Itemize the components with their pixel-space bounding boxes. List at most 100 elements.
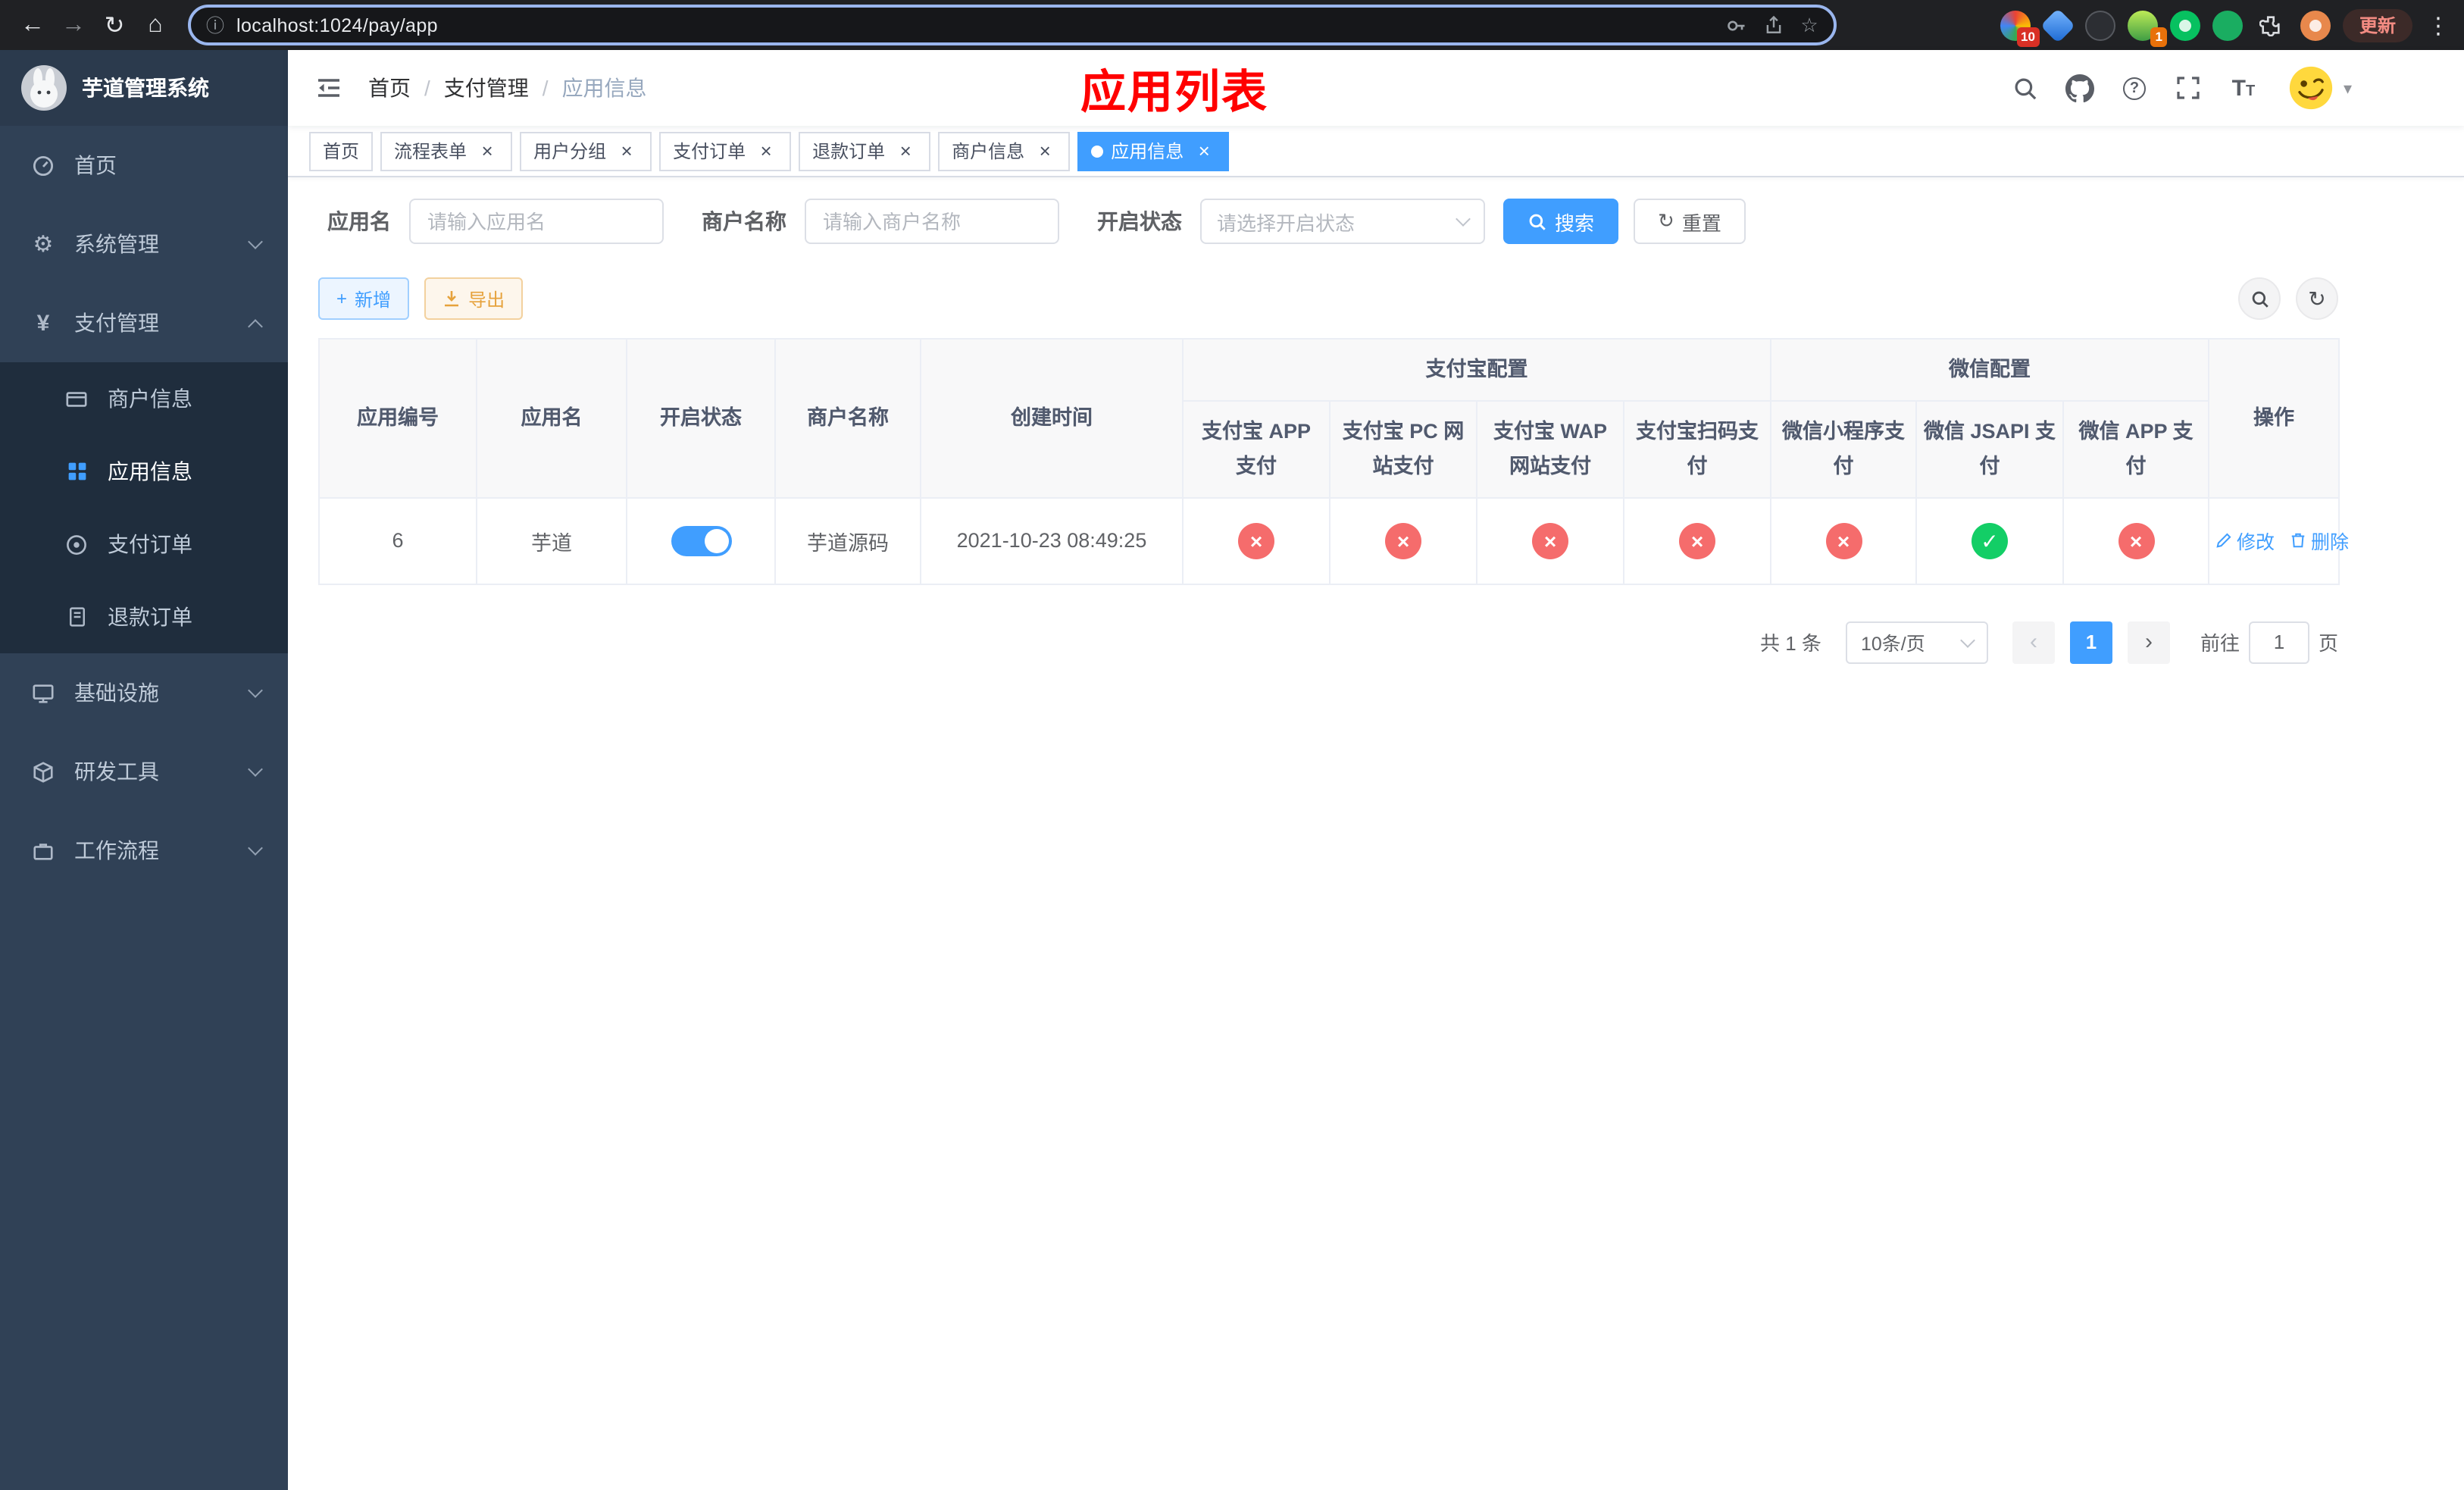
sidebar-item-label: 系统管理: [74, 232, 159, 256]
extension-icon-avatar[interactable]: 1: [2127, 10, 2167, 46]
close-icon[interactable]: ×: [755, 139, 777, 162]
address-bar[interactable]: ⓘ localhost:1024/pay/app ☆: [188, 5, 1837, 45]
profile-avatar-icon[interactable]: [2300, 10, 2331, 40]
breadcrumb-payment[interactable]: 支付管理: [444, 73, 529, 103]
sidebar-item-system[interactable]: ⚙ 系统管理: [0, 205, 288, 283]
reset-button[interactable]: ↻ 重置: [1634, 199, 1746, 244]
browser-home-button[interactable]: ⌂: [135, 5, 176, 45]
tab-app-info[interactable]: 应用信息 ×: [1077, 131, 1230, 171]
col-header-wechat-mini: 微信小程序支付: [1770, 400, 1917, 499]
tab-process-form[interactable]: 流程表单 ×: [380, 131, 513, 171]
sidebar-item-payment[interactable]: ¥ 支付管理: [0, 283, 288, 362]
extension-icon-dark[interactable]: [2084, 10, 2115, 40]
site-info-icon[interactable]: ⓘ: [206, 12, 224, 38]
search-icon[interactable]: [2010, 73, 2040, 103]
sidebar-toggle-button[interactable]: [312, 71, 346, 105]
tab-label: 支付订单: [673, 141, 746, 162]
sidebar-item-label: 首页: [74, 153, 117, 177]
chevron-down-icon: [248, 840, 263, 856]
chevron-down-icon: [248, 762, 263, 777]
font-size-icon[interactable]: TT: [2228, 73, 2259, 103]
sidebar-item-home[interactable]: 首页: [0, 126, 288, 205]
extensions-puzzle-icon[interactable]: [2255, 8, 2288, 42]
sidebar-item-pay-order[interactable]: 支付订单: [0, 508, 288, 581]
close-icon[interactable]: ×: [894, 139, 917, 162]
tab-label: 首页: [323, 141, 360, 162]
search-form: 应用名 商户名称 开启状态 请选择开启状态: [318, 199, 2338, 244]
main-area: 首页 / 支付管理 / 应用信息 应用列表 ? T T ▾ 首页 流程表单 × …: [288, 50, 2464, 1490]
extension-badge: 10: [2016, 27, 2040, 46]
col-group-alipay: 支付宝配置: [1182, 337, 1771, 402]
url-text: localhost:1024/pay/app: [236, 14, 438, 36]
close-icon[interactable]: ×: [615, 139, 638, 162]
delete-button[interactable]: 删除: [2290, 527, 2349, 556]
sidebar-item-workflow[interactable]: 工作流程: [0, 811, 288, 890]
refresh-table-button[interactable]: ↻: [2296, 277, 2338, 320]
help-icon[interactable]: ?: [2119, 73, 2150, 103]
next-page-button[interactable]: ›: [2127, 621, 2170, 664]
sidebar-item-infrastructure[interactable]: 基础设施: [0, 653, 288, 732]
goto-page: 前往 页: [2200, 621, 2338, 664]
monitor-icon: [30, 681, 56, 704]
edit-button[interactable]: 修改: [2215, 527, 2275, 556]
password-key-icon[interactable]: [1718, 8, 1755, 42]
github-icon[interactable]: [2065, 73, 2095, 103]
app-logo[interactable]: 芋道管理系统: [0, 50, 288, 126]
toggle-search-button[interactable]: [2238, 277, 2281, 320]
browser-reload-button[interactable]: ↻: [94, 5, 135, 45]
tab-refund-order[interactable]: 退款订单 ×: [799, 131, 931, 171]
page-1-button[interactable]: 1: [2069, 621, 2112, 664]
bookmark-star-icon[interactable]: ☆: [1791, 8, 1828, 42]
breadcrumb-home[interactable]: 首页: [368, 73, 411, 103]
config-status-icon: ×: [1825, 522, 1862, 559]
tab-home[interactable]: 首页: [309, 131, 374, 171]
sidebar-item-devtools[interactable]: 研发工具: [0, 732, 288, 811]
goto-page-input[interactable]: [2248, 621, 2309, 664]
tab-merchant-info[interactable]: 商户信息 ×: [938, 131, 1071, 171]
sidebar-item-app-info[interactable]: 应用信息: [0, 435, 288, 508]
app-shell: 芋道管理系统 首页 ⚙ 系统管理 ¥ 支付管理 商户信息 应用信息 支付订单 退…: [0, 50, 2464, 1490]
prev-page-button[interactable]: ‹: [2012, 621, 2055, 664]
col-header-app-name: 应用名: [476, 338, 627, 499]
fullscreen-icon[interactable]: [2174, 73, 2204, 103]
add-button-label: 新增: [355, 289, 392, 310]
extension-icon-green[interactable]: [2212, 10, 2243, 40]
cell-actions: 修改 删除: [2208, 496, 2349, 585]
search-icon: [1529, 213, 1546, 230]
extension-icon-blue-diamond[interactable]: [2040, 7, 2076, 43]
user-menu[interactable]: ▾: [2289, 65, 2352, 111]
search-button[interactable]: 搜索: [1503, 199, 1619, 244]
close-icon[interactable]: ×: [476, 139, 499, 162]
export-button[interactable]: 导出: [424, 277, 524, 320]
close-icon[interactable]: ×: [1033, 139, 1056, 162]
user-avatar: [2289, 65, 2334, 111]
page-size-select[interactable]: 10条/页: [1845, 621, 1988, 664]
chrome-update-button[interactable]: 更新: [2342, 8, 2412, 42]
share-icon[interactable]: [1755, 8, 1791, 42]
add-button[interactable]: + 新增: [318, 277, 410, 320]
chevron-down-icon: [1960, 632, 1975, 648]
extension-icon-wechat[interactable]: [2169, 10, 2200, 40]
cell-wechat-mini: ×: [1770, 496, 1917, 585]
goto-label: 前往: [2200, 632, 2240, 656]
extension-icon-colorful[interactable]: 10: [2000, 10, 2040, 46]
sidebar-item-refund-order[interactable]: 退款订单: [0, 581, 288, 653]
browser-back-button[interactable]: ←: [12, 5, 53, 45]
status-toggle[interactable]: [671, 525, 731, 556]
col-header-alipay-app: 支付宝 APP 支付: [1182, 400, 1330, 499]
kebab-menu-icon: ⋮: [2427, 13, 2450, 39]
close-icon[interactable]: ×: [1193, 139, 1215, 162]
col-header-status: 开启状态: [626, 338, 776, 499]
browser-forward-button[interactable]: →: [53, 5, 94, 45]
tab-user-group[interactable]: 用户分组 ×: [520, 131, 652, 171]
sidebar-item-merchant-info[interactable]: 商户信息: [0, 362, 288, 435]
cell-alipay-app: ×: [1182, 496, 1330, 585]
browser-menu-button[interactable]: ⋮: [2425, 11, 2452, 39]
merchant-name-input[interactable]: [805, 199, 1059, 244]
tab-pay-order[interactable]: 支付订单 ×: [659, 131, 792, 171]
forward-icon: →: [61, 11, 86, 37]
payment-submenu: 商户信息 应用信息 支付订单 退款订单: [0, 362, 288, 653]
app-name-input[interactable]: [409, 199, 664, 244]
gear-icon: ⚙: [33, 231, 54, 257]
status-select[interactable]: 请选择开启状态: [1200, 199, 1485, 244]
